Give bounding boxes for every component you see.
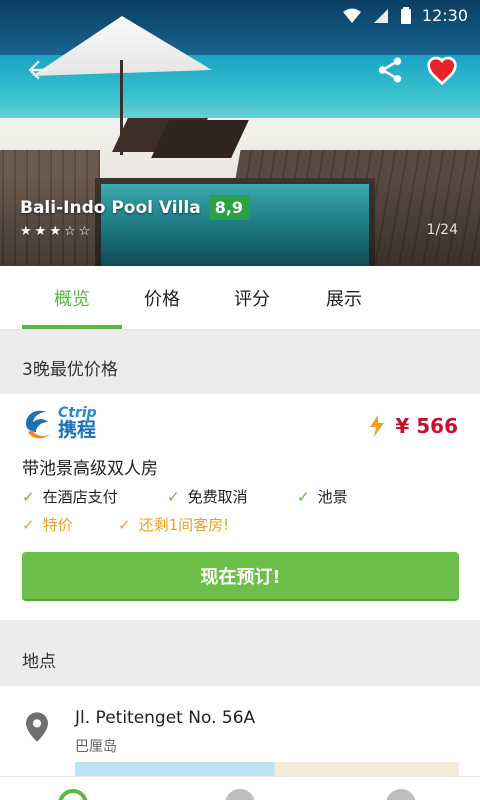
provider-logo-en: Ctrip bbox=[58, 405, 97, 421]
profile-icon[interactable] bbox=[386, 789, 416, 800]
search-icon[interactable] bbox=[58, 789, 88, 800]
section-title: 地点 bbox=[22, 652, 56, 672]
share-icon bbox=[378, 57, 402, 83]
star-empty-icon: ☆ bbox=[63, 224, 76, 239]
lightning-icon bbox=[370, 415, 385, 437]
amenity-label: 特价 bbox=[42, 516, 73, 534]
tab-prices[interactable]: 价格 bbox=[112, 266, 212, 330]
star-rating: ★ ★ ★ ☆ ☆ bbox=[20, 224, 90, 239]
amenity-item-rooms-left: ✓ 还剩1间客房! bbox=[118, 514, 229, 535]
tab-gallery[interactable]: 展示 bbox=[292, 266, 396, 330]
heart-icon[interactable] bbox=[225, 789, 255, 800]
check-icon: ✓ bbox=[22, 515, 35, 534]
address-line: Jl. Petitenget No. 56A bbox=[75, 708, 256, 728]
provider-logo-cn: 携程 bbox=[58, 419, 97, 441]
price-row: ¥ 566 bbox=[369, 414, 458, 438]
check-icon: ✓ bbox=[297, 487, 310, 506]
hotel-title-row: Bali-Indo Pool Villa 8,9 bbox=[20, 195, 250, 220]
favorite-button[interactable] bbox=[424, 52, 460, 88]
provider-logo: Ctrip 携程 bbox=[22, 406, 97, 440]
signal-icon bbox=[373, 8, 388, 23]
heart-icon bbox=[427, 56, 457, 85]
star-filled-icon: ★ bbox=[34, 224, 47, 239]
section-title: 3晚最优价格 bbox=[22, 360, 118, 380]
star-filled-icon: ★ bbox=[20, 224, 32, 239]
battery-icon bbox=[400, 6, 411, 24]
check-icon: ✓ bbox=[118, 515, 131, 534]
tab-bar: 概览 价格 评分 展示 bbox=[0, 266, 480, 330]
photo-counter: 1/24 bbox=[426, 222, 458, 238]
offer-card: Ctrip 携程 ¥ 566 带池景高级双人房 ✓ 在酒店支付 ✓ 免费取消 ✓… bbox=[0, 394, 480, 620]
tab-overview[interactable]: 概览 bbox=[22, 266, 122, 330]
location-pin-icon bbox=[26, 712, 48, 742]
hotel-name: Bali-Indo Pool Villa bbox=[20, 197, 201, 218]
price: ¥ 566 bbox=[395, 414, 458, 438]
amenity-label: 免费取消 bbox=[187, 488, 248, 506]
amenity-item-deal: ✓ 特价 bbox=[22, 514, 73, 535]
amenity-label: 池景 bbox=[317, 488, 348, 506]
room-name: 带池景高级双人房 bbox=[22, 459, 158, 479]
section-header-best-price: 3晚最优价格 bbox=[0, 330, 480, 394]
address-city: 巴厘岛 bbox=[75, 739, 117, 755]
rating-badge: 8,9 bbox=[208, 195, 250, 220]
section-header-location: 地点 bbox=[0, 620, 480, 686]
share-button[interactable] bbox=[372, 52, 408, 88]
star-filled-icon: ★ bbox=[49, 224, 61, 239]
dolphin-logo-icon bbox=[26, 410, 50, 439]
status-time: 12:30 bbox=[421, 6, 468, 25]
arrow-left-icon bbox=[28, 60, 48, 80]
check-icon: ✓ bbox=[167, 487, 180, 506]
bottom-nav bbox=[0, 776, 480, 800]
amenity-item: ✓ 池景 bbox=[297, 486, 348, 507]
tab-ratings[interactable]: 评分 bbox=[202, 266, 302, 330]
hero-gradient-overlay bbox=[0, 176, 480, 266]
amenity-item: ✓ 在酒店支付 bbox=[22, 486, 118, 507]
star-empty-icon: ☆ bbox=[78, 224, 91, 239]
tab-active-indicator bbox=[22, 325, 122, 329]
check-icon: ✓ bbox=[22, 487, 35, 506]
amenity-item: ✓ 免费取消 bbox=[167, 486, 248, 507]
status-bar: 12:30 bbox=[0, 0, 480, 34]
book-now-button[interactable]: 现在预订! bbox=[22, 552, 459, 599]
amenity-label: 还剩1间客房! bbox=[138, 516, 230, 534]
amenity-label: 在酒店支付 bbox=[42, 488, 118, 506]
back-button[interactable] bbox=[20, 52, 56, 88]
wifi-icon bbox=[342, 8, 361, 23]
